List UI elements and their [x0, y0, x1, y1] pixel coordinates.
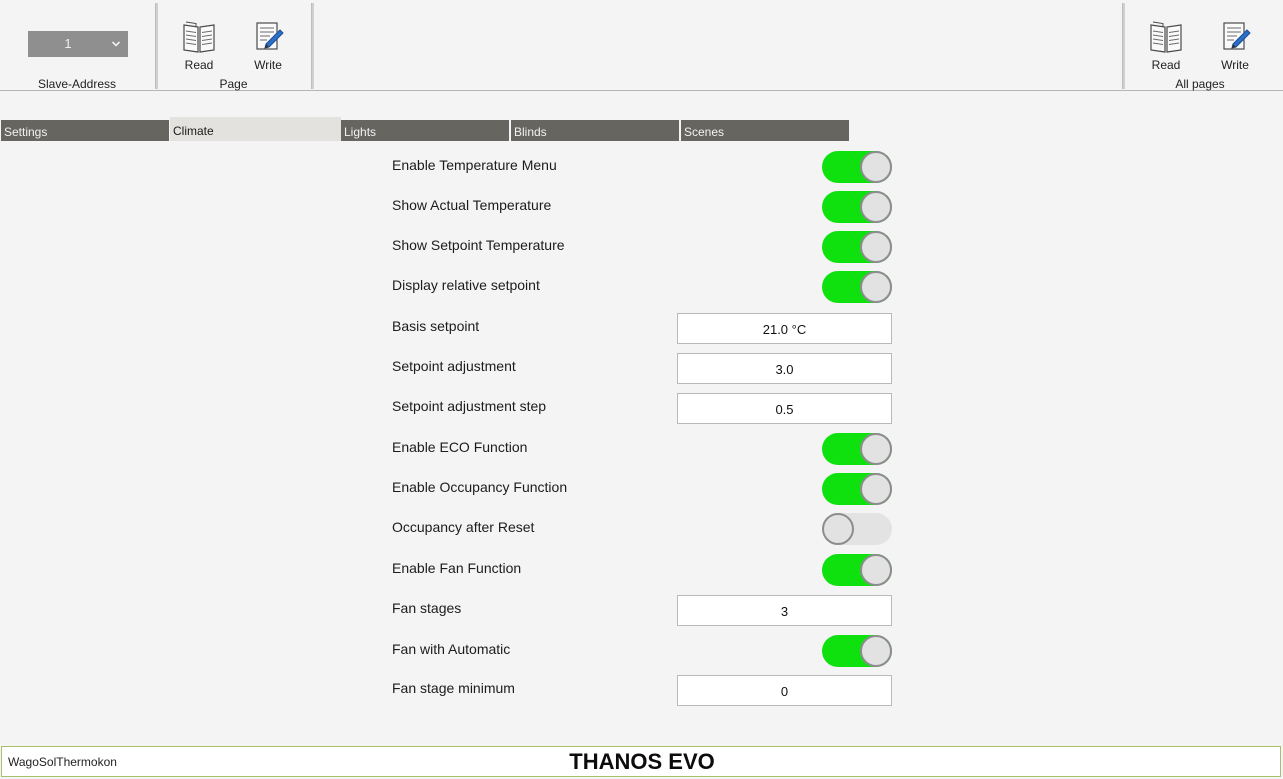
setting-label: Basis setpoint: [392, 318, 480, 334]
fan-stages-field[interactable]: 3: [677, 595, 892, 626]
setting-row-fan-stage-minimum: Fan stage minimum 0: [392, 675, 892, 707]
fan-stage-minimum-field[interactable]: 0: [677, 675, 892, 706]
enable-temperature-menu-toggle[interactable]: [822, 151, 892, 183]
page-read-label: Read: [184, 58, 214, 72]
setting-label: Display relative setpoint: [392, 277, 540, 293]
pencil-write-icon: [1223, 22, 1251, 50]
tab-blinds[interactable]: Blinds: [511, 120, 679, 141]
display-relative-setpoint-toggle[interactable]: [822, 271, 892, 303]
show-actual-temperature-toggle[interactable]: [822, 191, 892, 223]
tab-bar: Settings Climate Lights Blinds Scenes: [1, 117, 851, 141]
book-read-icon: [1150, 21, 1182, 53]
setting-label: Enable ECO Function: [392, 439, 528, 455]
setting-row-basis-setpoint: Basis setpoint 21.0 °C: [392, 313, 892, 345]
setpoint-adjustment-field[interactable]: 3.0: [677, 353, 892, 384]
setting-label: Enable Occupancy Function: [392, 479, 568, 495]
setting-row-fan-with-automatic: Fan with Automatic: [392, 635, 892, 667]
enable-occupancy-function-toggle[interactable]: [822, 473, 892, 505]
occupancy-after-reset-toggle[interactable]: [822, 513, 892, 545]
all-pages-read-label: Read: [1151, 58, 1181, 72]
page-group: Read Write Page: [158, 0, 312, 91]
setting-row-show-setpoint-temperature: Show Setpoint Temperature: [392, 231, 892, 263]
setting-label: Fan stage minimum: [392, 680, 515, 696]
setting-row-show-actual-temperature: Show Actual Temperature: [392, 191, 892, 223]
tab-lights[interactable]: Lights: [341, 120, 509, 141]
all-pages-group: Read Write All pages: [1125, 0, 1275, 91]
slave-address-group: 1 Slave-Address: [0, 0, 156, 91]
setting-row-occupancy-after-reset: Occupancy after Reset: [392, 513, 892, 545]
setpoint-adjustment-step-field[interactable]: 0.5: [677, 393, 892, 424]
page-write-label: Write: [254, 58, 282, 72]
toolbar: 1 Slave-Address Read Write Page Read Wri…: [0, 0, 1283, 91]
setting-row-setpoint-adjustment-step: Setpoint adjustment step 0.5: [392, 393, 892, 425]
all-pages-write-label: Write: [1221, 58, 1249, 72]
setting-row-enable-occupancy-function: Enable Occupancy Function: [392, 473, 892, 505]
pencil-write-icon: [256, 22, 284, 50]
book-read-icon: [183, 21, 215, 53]
toggle-knob: [860, 191, 892, 223]
setting-row-enable-eco-function: Enable ECO Function: [392, 433, 892, 465]
setting-label: Enable Temperature Menu: [392, 157, 557, 173]
chevron-down-icon: [112, 41, 120, 47]
tab-climate[interactable]: Climate: [170, 117, 341, 141]
setting-row-enable-temperature-menu: Enable Temperature Menu: [392, 151, 892, 183]
enable-fan-function-toggle[interactable]: [822, 554, 892, 586]
page-read-button[interactable]: Read: [175, 20, 223, 74]
setting-label: Setpoint adjustment step: [392, 398, 547, 414]
product-name: THANOS EVO: [569, 749, 715, 774]
slave-address-value: 1: [64, 36, 72, 51]
status-bar: WagoSolThermokon THANOS EVO: [1, 746, 1281, 777]
setting-row-fan-stages: Fan stages 3: [392, 595, 892, 627]
slave-address-label: Slave-Address: [37, 77, 117, 91]
setting-label: Enable Fan Function: [392, 560, 522, 576]
toggle-knob: [860, 433, 892, 465]
slave-address-select[interactable]: 1: [28, 31, 128, 57]
page-write-button[interactable]: Write: [244, 20, 292, 74]
tab-scenes[interactable]: Scenes: [681, 120, 849, 141]
setting-row-display-relative-setpoint: Display relative setpoint: [392, 271, 892, 303]
all-pages-read-button[interactable]: Read: [1142, 20, 1190, 74]
toggle-knob: [822, 513, 854, 545]
setting-label: Occupancy after Reset: [392, 519, 535, 535]
toolbar-divider: [311, 3, 314, 89]
setting-label: Show Setpoint Temperature: [392, 237, 565, 253]
toggle-knob: [860, 151, 892, 183]
setting-label: Show Actual Temperature: [392, 197, 552, 213]
all-pages-write-button[interactable]: Write: [1211, 20, 1259, 74]
setting-label: Setpoint adjustment: [392, 358, 516, 374]
setting-label: Fan stages: [392, 600, 462, 616]
toggle-knob: [860, 231, 892, 263]
basis-setpoint-field[interactable]: 21.0 °C: [677, 313, 892, 344]
setting-row-enable-fan-function: Enable Fan Function: [392, 554, 892, 586]
toggle-knob: [860, 635, 892, 667]
setting-label: Fan with Automatic: [392, 641, 511, 657]
toggle-knob: [860, 473, 892, 505]
toggle-knob: [860, 554, 892, 586]
all-pages-group-label: All pages: [1175, 77, 1225, 91]
setting-row-setpoint-adjustment: Setpoint adjustment 3.0: [392, 353, 892, 385]
fan-with-automatic-toggle[interactable]: [822, 635, 892, 667]
toggle-knob: [860, 271, 892, 303]
show-setpoint-temperature-toggle[interactable]: [822, 231, 892, 263]
enable-eco-function-toggle[interactable]: [822, 433, 892, 465]
page-group-label: Page: [219, 77, 248, 91]
tab-settings[interactable]: Settings: [1, 120, 169, 141]
